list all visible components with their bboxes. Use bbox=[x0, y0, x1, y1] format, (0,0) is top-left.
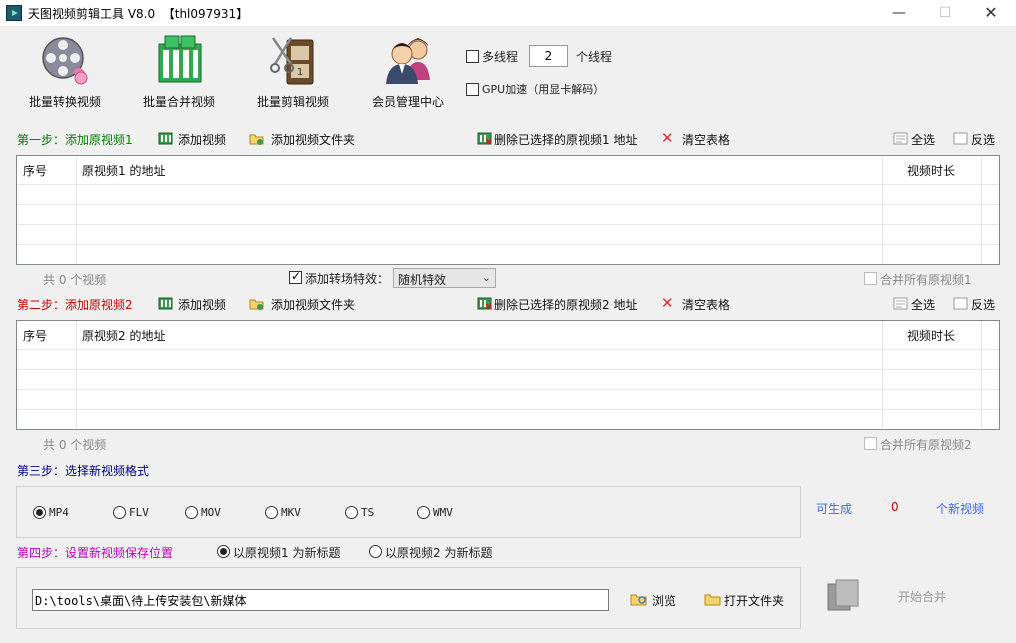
members-icon bbox=[386, 38, 430, 84]
transition-select-value: 随机特效 bbox=[398, 273, 447, 287]
invert-selection-icon bbox=[953, 132, 968, 145]
format-label-mp4: MP4 bbox=[49, 506, 69, 519]
can-generate-label: 可生成 bbox=[816, 502, 853, 516]
merge-video1-checkbox[interactable] bbox=[864, 272, 877, 285]
gpu-label: GPU加速（用显卡解码） bbox=[482, 83, 605, 96]
merge-video1-label: 合并所有原视频1 bbox=[880, 273, 972, 287]
video2-table[interactable]: 序号 原视频2 的地址 视频时长 bbox=[16, 320, 1000, 430]
step1-clear-table-label: 清空表格 bbox=[682, 133, 731, 147]
folder-search-icon bbox=[630, 594, 647, 606]
window-title: 天图视频剪辑工具 V8.0 【thl097931】 bbox=[28, 7, 249, 21]
video1-count: 共 0 个视频 bbox=[43, 273, 107, 287]
step2-clear-table-label: 清空表格 bbox=[682, 298, 731, 312]
video2-count: 共 0 个视频 bbox=[43, 438, 107, 452]
batch-merge-button[interactable]: 批量合并视频 bbox=[129, 30, 229, 114]
step4-title: 第四步：设置新视频保存位置 bbox=[17, 546, 174, 560]
format-label-ts: TS bbox=[361, 506, 375, 519]
open-folder-icon bbox=[704, 594, 721, 606]
merge-video2-label: 合并所有原视频2 bbox=[880, 438, 972, 452]
film-reel-icon bbox=[42, 37, 88, 85]
invert-selection-icon bbox=[953, 297, 968, 310]
maximize-button[interactable]: ☐ bbox=[922, 0, 968, 26]
transition-select[interactable]: 随机特效 ⌄ bbox=[393, 268, 496, 288]
multithread-label: 多线程 bbox=[482, 50, 519, 64]
start-merge-label: 开始合并 bbox=[898, 590, 947, 604]
batch-merge-label: 批量合并视频 bbox=[142, 95, 215, 109]
step1-title: 第一步：添加原视频1 bbox=[17, 133, 133, 147]
select-all-icon bbox=[893, 132, 908, 145]
thread-suffix-label: 个线程 bbox=[576, 50, 613, 64]
minimize-button[interactable]: — bbox=[876, 0, 922, 26]
gpu-checkbox[interactable] bbox=[466, 83, 479, 96]
svg-text:1: 1 bbox=[297, 67, 303, 78]
format-label-flv: FLV bbox=[129, 506, 149, 519]
clear-x-icon: ✕ bbox=[661, 129, 674, 147]
format-radio-mov[interactable] bbox=[185, 506, 198, 519]
add-video-icon bbox=[158, 132, 173, 145]
member-center-button[interactable]: 会员管理中心 bbox=[358, 30, 458, 114]
step2-select-all-label: 全选 bbox=[911, 298, 936, 312]
step2-add-video-label: 添加视频 bbox=[178, 298, 227, 312]
format-radio-wmv[interactable] bbox=[417, 506, 430, 519]
browse-label: 浏览 bbox=[652, 594, 677, 608]
step2-add-folder-label: 添加视频文件夹 bbox=[271, 298, 356, 312]
step1-invert-label: 反选 bbox=[971, 133, 996, 147]
delete-video-icon bbox=[477, 297, 492, 310]
batch-clip-label: 批量剪辑视频 bbox=[256, 95, 329, 109]
batch-clip-button[interactable]: 1 批量剪辑视频 bbox=[243, 30, 343, 114]
output-path-input[interactable] bbox=[32, 589, 609, 611]
format-label-mkv: MKV bbox=[281, 506, 301, 519]
step3-title: 第三步：选择新视频格式 bbox=[17, 464, 150, 478]
step2-delete-selected-label: 删除已选择的原视频2 地址 bbox=[494, 298, 638, 312]
thread-count-input[interactable] bbox=[529, 45, 568, 67]
format-label-mov: MOV bbox=[201, 506, 221, 519]
step2-invert-label: 反选 bbox=[971, 298, 996, 312]
folder-add-icon bbox=[249, 299, 264, 310]
title-option2-label: 以原视频2 为新标题 bbox=[385, 546, 493, 560]
start-merge-button[interactable]: 开始合并 bbox=[826, 578, 976, 618]
chevron-down-icon: ⌄ bbox=[481, 271, 491, 284]
video1-col-path[interactable]: 原视频1 的地址 bbox=[82, 162, 165, 179]
step2-title: 第二步：添加原视频2 bbox=[17, 298, 133, 312]
video2-col-duration[interactable]: 视频时长 bbox=[907, 327, 955, 344]
format-radio-flv[interactable] bbox=[113, 506, 126, 519]
member-center-label: 会员管理中心 bbox=[371, 95, 444, 109]
title-bar: 天图视频剪辑工具 V8.0 【thl097931】 — ☐ ✕ bbox=[0, 0, 1016, 26]
select-all-icon bbox=[893, 297, 908, 310]
video1-col-index[interactable]: 序号 bbox=[23, 162, 47, 179]
folder-add-icon bbox=[249, 134, 264, 145]
step1-select-all-label: 全选 bbox=[911, 133, 936, 147]
batch-convert-label: 批量转换视频 bbox=[28, 95, 101, 109]
open-folder-label: 打开文件夹 bbox=[724, 594, 785, 608]
step1-delete-selected-label: 删除已选择的原视频1 地址 bbox=[494, 133, 638, 147]
film-scissors-icon: 1 bbox=[270, 37, 314, 85]
clear-x-icon: ✕ bbox=[661, 294, 674, 312]
video1-table[interactable]: 序号 原视频1 的地址 视频时长 bbox=[16, 155, 1000, 265]
filmstrip-merge-icon bbox=[158, 35, 202, 83]
format-label-wmv: WMV bbox=[433, 506, 453, 519]
transition-label: 添加转场特效： bbox=[305, 272, 390, 286]
video1-col-duration[interactable]: 视频时长 bbox=[907, 162, 955, 179]
app-icon bbox=[6, 5, 22, 21]
format-radio-mp4[interactable] bbox=[33, 506, 46, 519]
step1-add-folder-label: 添加视频文件夹 bbox=[271, 133, 356, 147]
title-option2-radio[interactable] bbox=[369, 545, 382, 558]
transition-checkbox[interactable] bbox=[289, 269, 302, 284]
video2-col-index[interactable]: 序号 bbox=[23, 327, 47, 344]
step1-add-video-label: 添加视频 bbox=[178, 133, 227, 147]
merge-video2-checkbox[interactable] bbox=[864, 437, 877, 450]
title-option1-label: 以原视频1 为新标题 bbox=[233, 546, 341, 560]
add-video-icon bbox=[158, 297, 173, 310]
multithread-checkbox[interactable] bbox=[466, 50, 479, 63]
format-radio-ts[interactable] bbox=[345, 506, 358, 519]
format-radio-mkv[interactable] bbox=[265, 506, 278, 519]
generate-suffix: 个新视频 bbox=[936, 502, 985, 516]
close-button[interactable]: ✕ bbox=[968, 0, 1014, 26]
merge-film-icon bbox=[827, 579, 859, 611]
batch-convert-button[interactable]: 批量转换视频 bbox=[15, 30, 115, 114]
generate-count: 0 bbox=[891, 500, 899, 514]
video2-col-path[interactable]: 原视频2 的地址 bbox=[82, 327, 165, 344]
delete-video-icon bbox=[477, 132, 492, 145]
title-option1-radio[interactable] bbox=[217, 545, 230, 558]
